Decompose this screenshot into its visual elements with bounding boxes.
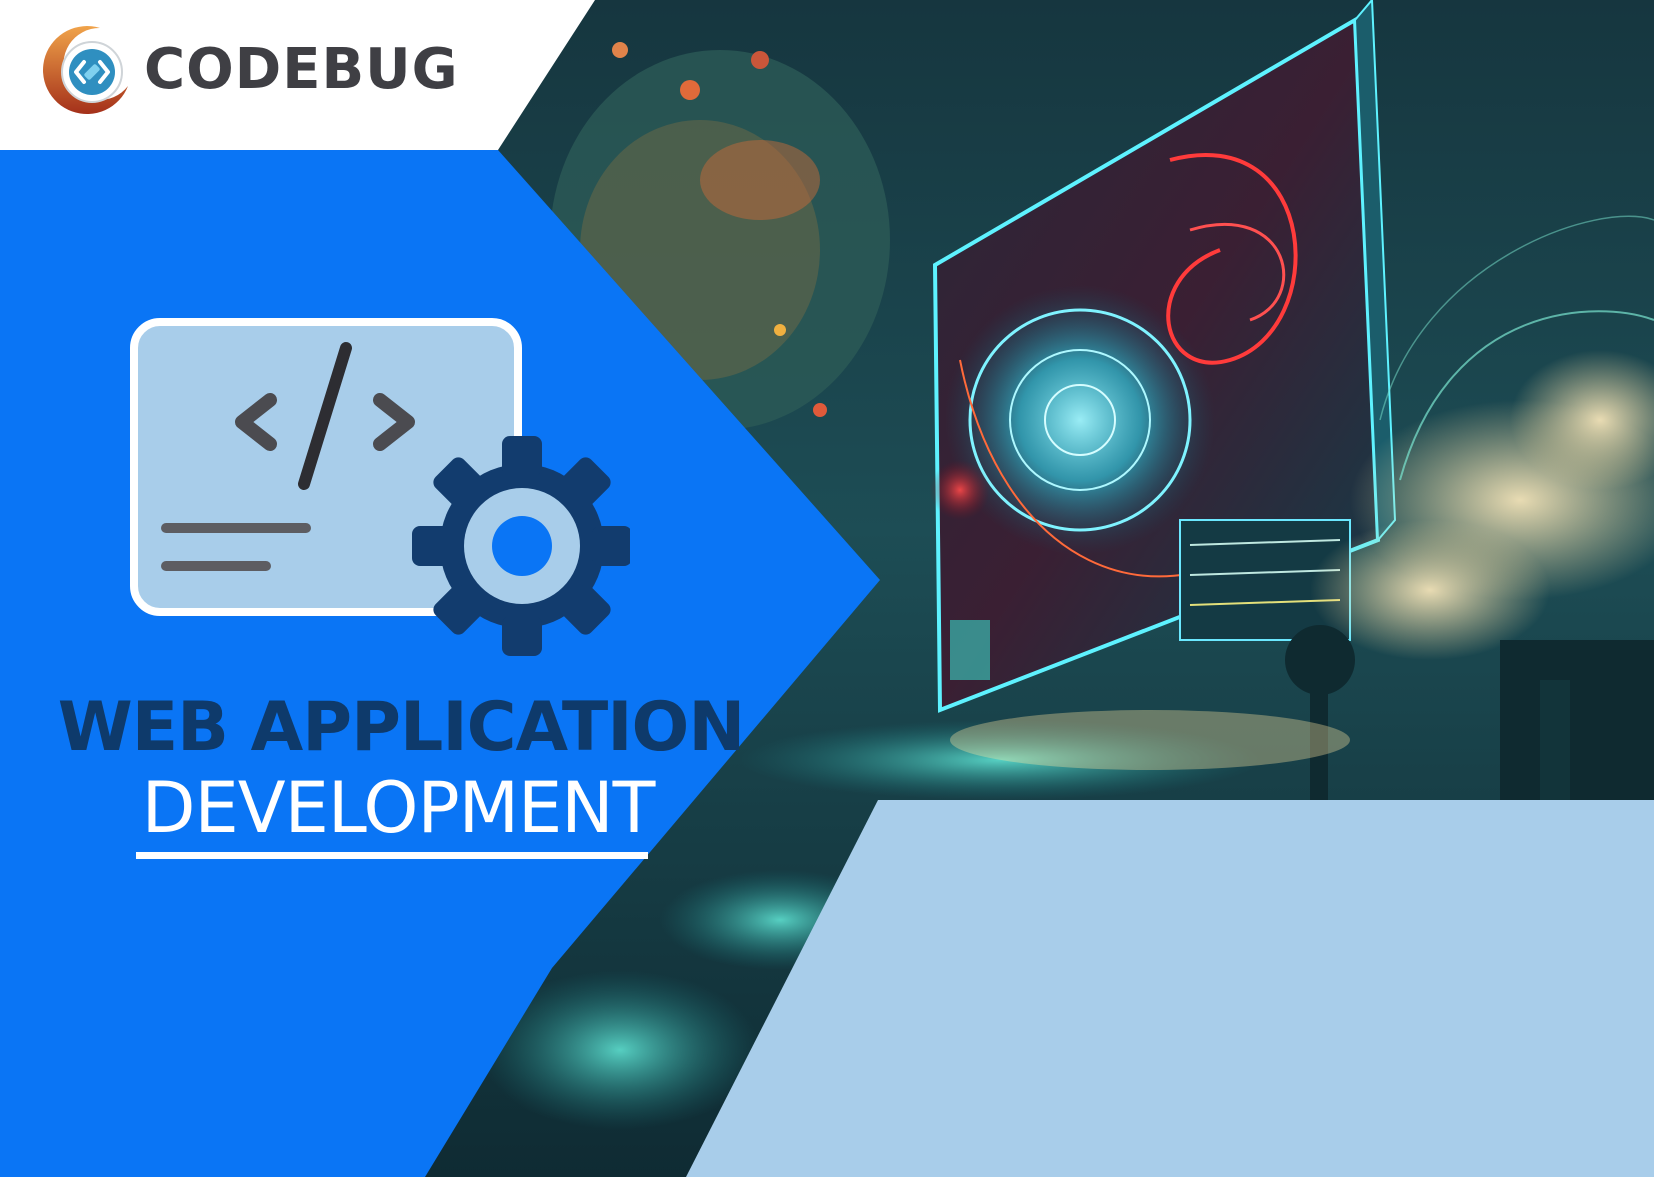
poster: CODEBUG WEB APPLICATION DEVELOPMENT xyxy=(0,0,1654,1177)
page-title: WEB APPLICATION xyxy=(57,688,746,767)
codebug-logo-icon xyxy=(42,26,128,115)
page-subtitle: DEVELOPMENT xyxy=(141,767,656,849)
gear-icon xyxy=(412,436,630,656)
title-underline xyxy=(136,852,648,859)
code-window-icon xyxy=(130,318,630,656)
header-logo-area: CODEBUG xyxy=(0,0,600,152)
brand-name: CODEBUG xyxy=(144,37,459,102)
